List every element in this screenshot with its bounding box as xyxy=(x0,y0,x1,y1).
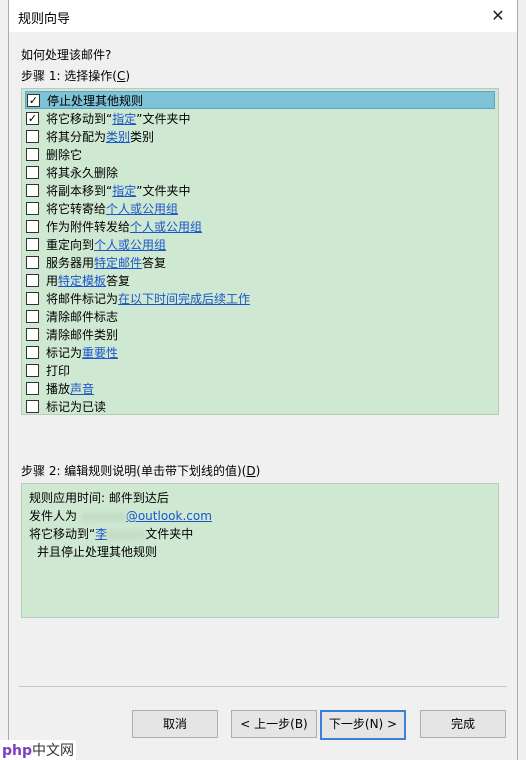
checkbox-icon[interactable] xyxy=(26,183,39,197)
action-item[interactable]: ✓ 将它移动到“ 指定 ”文件夹中 xyxy=(25,109,493,127)
action-link[interactable]: 在以下时间完成后续工作 xyxy=(118,290,250,307)
divider xyxy=(19,686,507,687)
checkbox-checked-icon[interactable]: ✓ xyxy=(26,111,39,125)
checkbox-icon[interactable] xyxy=(26,291,39,305)
rule-description: 规则应用时间: 邮件到达后 发件人为 @outlook.com 将它移动到“李文… xyxy=(21,483,499,618)
watermark: php中文网 xyxy=(0,740,77,760)
checkbox-icon[interactable] xyxy=(26,201,39,215)
action-link[interactable]: 声音 xyxy=(70,380,94,397)
action-label: 将它转寄给 xyxy=(46,201,107,216)
action-label: 服务器用 xyxy=(46,255,95,270)
action-item[interactable]: 播放 声音 xyxy=(25,379,493,397)
action-item[interactable]: 将其永久删除 xyxy=(25,163,493,181)
action-label: 删除它 xyxy=(46,147,83,162)
action-link[interactable]: 个人或公用组 xyxy=(94,236,166,253)
action-item[interactable]: 标记为 重要性 xyxy=(25,343,493,361)
action-label-suffix: 类别 xyxy=(130,129,155,144)
action-item[interactable]: 服务器用 特定邮件 答复 xyxy=(25,253,493,271)
redacted-text xyxy=(107,529,146,540)
action-label: 标记为已读 xyxy=(46,399,107,414)
action-link[interactable]: 指定 xyxy=(112,182,136,199)
action-item[interactable]: 将副本移到“ 指定 ”文件夹中 xyxy=(25,181,493,199)
action-label: 将副本移到“ xyxy=(46,183,113,198)
action-label-suffix: ”文件夹中 xyxy=(136,111,191,126)
checkbox-icon[interactable] xyxy=(26,363,39,377)
action-label: 打印 xyxy=(46,363,71,378)
prompt-label: 如何处理该邮件? xyxy=(21,48,112,62)
close-icon[interactable]: ✕ xyxy=(485,3,511,29)
finish-button[interactable]: 完成 xyxy=(420,710,506,738)
step2-label: 步骤 2: 编辑规则说明(单击带下划线的值)(D) xyxy=(21,464,261,478)
action-label-suffix: ”文件夹中 xyxy=(136,183,191,198)
action-link[interactable]: 个人或公用组 xyxy=(130,218,202,235)
action-link[interactable]: 指定 xyxy=(112,110,136,127)
back-button[interactable]: < 上一步(B) xyxy=(231,710,317,738)
action-link[interactable]: 特定模板 xyxy=(58,272,106,289)
action-label: 停止处理其他规则 xyxy=(47,93,144,108)
background-window-right xyxy=(517,0,526,760)
checkbox-icon[interactable] xyxy=(26,309,39,323)
checkbox-icon[interactable] xyxy=(26,219,39,233)
action-list[interactable]: ✓ 停止处理其他规则 ✓ 将它移动到“ 指定 ”文件夹中 将其分配为 类别 类别 删除它 将其永… xyxy=(21,88,499,415)
watermark-logo: php xyxy=(2,743,33,759)
cancel-button[interactable]: 取消 xyxy=(132,710,218,738)
checkbox-checked-icon[interactable]: ✓ xyxy=(27,93,40,107)
action-label: 作为附件转发给 xyxy=(46,219,131,234)
redacted-text xyxy=(80,511,126,522)
description-line: 规则应用时间: 邮件到达后 xyxy=(29,491,169,505)
action-item[interactable]: 将它转寄给 个人或公用组 xyxy=(25,199,493,217)
action-label: 用 xyxy=(46,273,59,288)
action-item[interactable]: 重定向到 个人或公用组 xyxy=(25,235,493,253)
action-link[interactable]: 类别 xyxy=(106,128,130,145)
sender-link[interactable]: @outlook.com xyxy=(126,509,212,523)
action-label: 将它移动到“ xyxy=(46,111,113,126)
dialog-title: 规则向导 xyxy=(18,12,71,27)
checkbox-icon[interactable] xyxy=(26,399,39,413)
checkbox-icon[interactable] xyxy=(26,273,39,287)
action-link[interactable]: 重要性 xyxy=(82,344,118,361)
action-item[interactable]: 清除邮件标志 xyxy=(25,307,493,325)
action-item[interactable]: 打印 xyxy=(25,361,493,379)
rules-wizard-dialog: 规则向导 ✕ 如何处理该邮件? 步骤 1: 选择操作(C) ✓ 停止处理其他规则 ✓… xyxy=(8,0,518,760)
checkbox-icon[interactable] xyxy=(26,345,39,359)
action-label: 将其永久删除 xyxy=(46,165,119,180)
checkbox-icon[interactable] xyxy=(26,165,39,179)
checkbox-icon[interactable] xyxy=(26,237,39,251)
description-line: 将它移动到“李 文件夹中 xyxy=(29,527,194,541)
step1-label: 步骤 1: 选择操作(C) xyxy=(21,69,131,83)
description-line: 发件人为 @outlook.com xyxy=(29,509,212,523)
next-button[interactable]: 下一步(N) > xyxy=(320,710,406,740)
checkbox-icon[interactable] xyxy=(26,147,39,161)
checkbox-icon[interactable] xyxy=(26,129,39,143)
action-item[interactable]: 清除邮件类别 xyxy=(25,325,493,343)
action-link[interactable]: 个人或公用组 xyxy=(106,200,178,217)
action-label: 将其分配为 xyxy=(46,129,107,144)
background-window-left xyxy=(0,0,8,760)
description-line: 并且停止处理其他规则 xyxy=(37,545,158,559)
checkbox-icon[interactable] xyxy=(26,327,39,341)
action-label: 重定向到 xyxy=(46,237,95,252)
action-item[interactable]: 将其分配为 类别 类别 xyxy=(25,127,493,145)
action-link[interactable]: 特定邮件 xyxy=(94,254,142,271)
action-label: 播放 xyxy=(46,381,71,396)
action-label: 标记为 xyxy=(46,345,83,360)
action-label-suffix: 答复 xyxy=(142,255,167,270)
checkbox-icon[interactable] xyxy=(26,255,39,269)
title-bar: 规则向导 ✕ xyxy=(9,0,517,32)
action-label-suffix: 答复 xyxy=(106,273,131,288)
action-item[interactable]: 删除它 xyxy=(25,145,493,163)
checkbox-icon[interactable] xyxy=(26,381,39,395)
folder-link[interactable]: 李 xyxy=(95,527,107,541)
action-label: 将邮件标记为 xyxy=(46,291,119,306)
action-item[interactable]: 用 特定模板 答复 xyxy=(25,271,493,289)
action-item[interactable]: ✓ 停止处理其他规则 xyxy=(25,91,495,109)
action-label: 清除邮件类别 xyxy=(46,327,119,342)
action-item[interactable]: 标记为已读 xyxy=(25,397,493,415)
action-item[interactable]: 将邮件标记为 在以下时间完成后续工作 xyxy=(25,289,493,307)
action-label: 清除邮件标志 xyxy=(46,309,119,324)
action-item[interactable]: 作为附件转发给 个人或公用组 xyxy=(25,217,493,235)
